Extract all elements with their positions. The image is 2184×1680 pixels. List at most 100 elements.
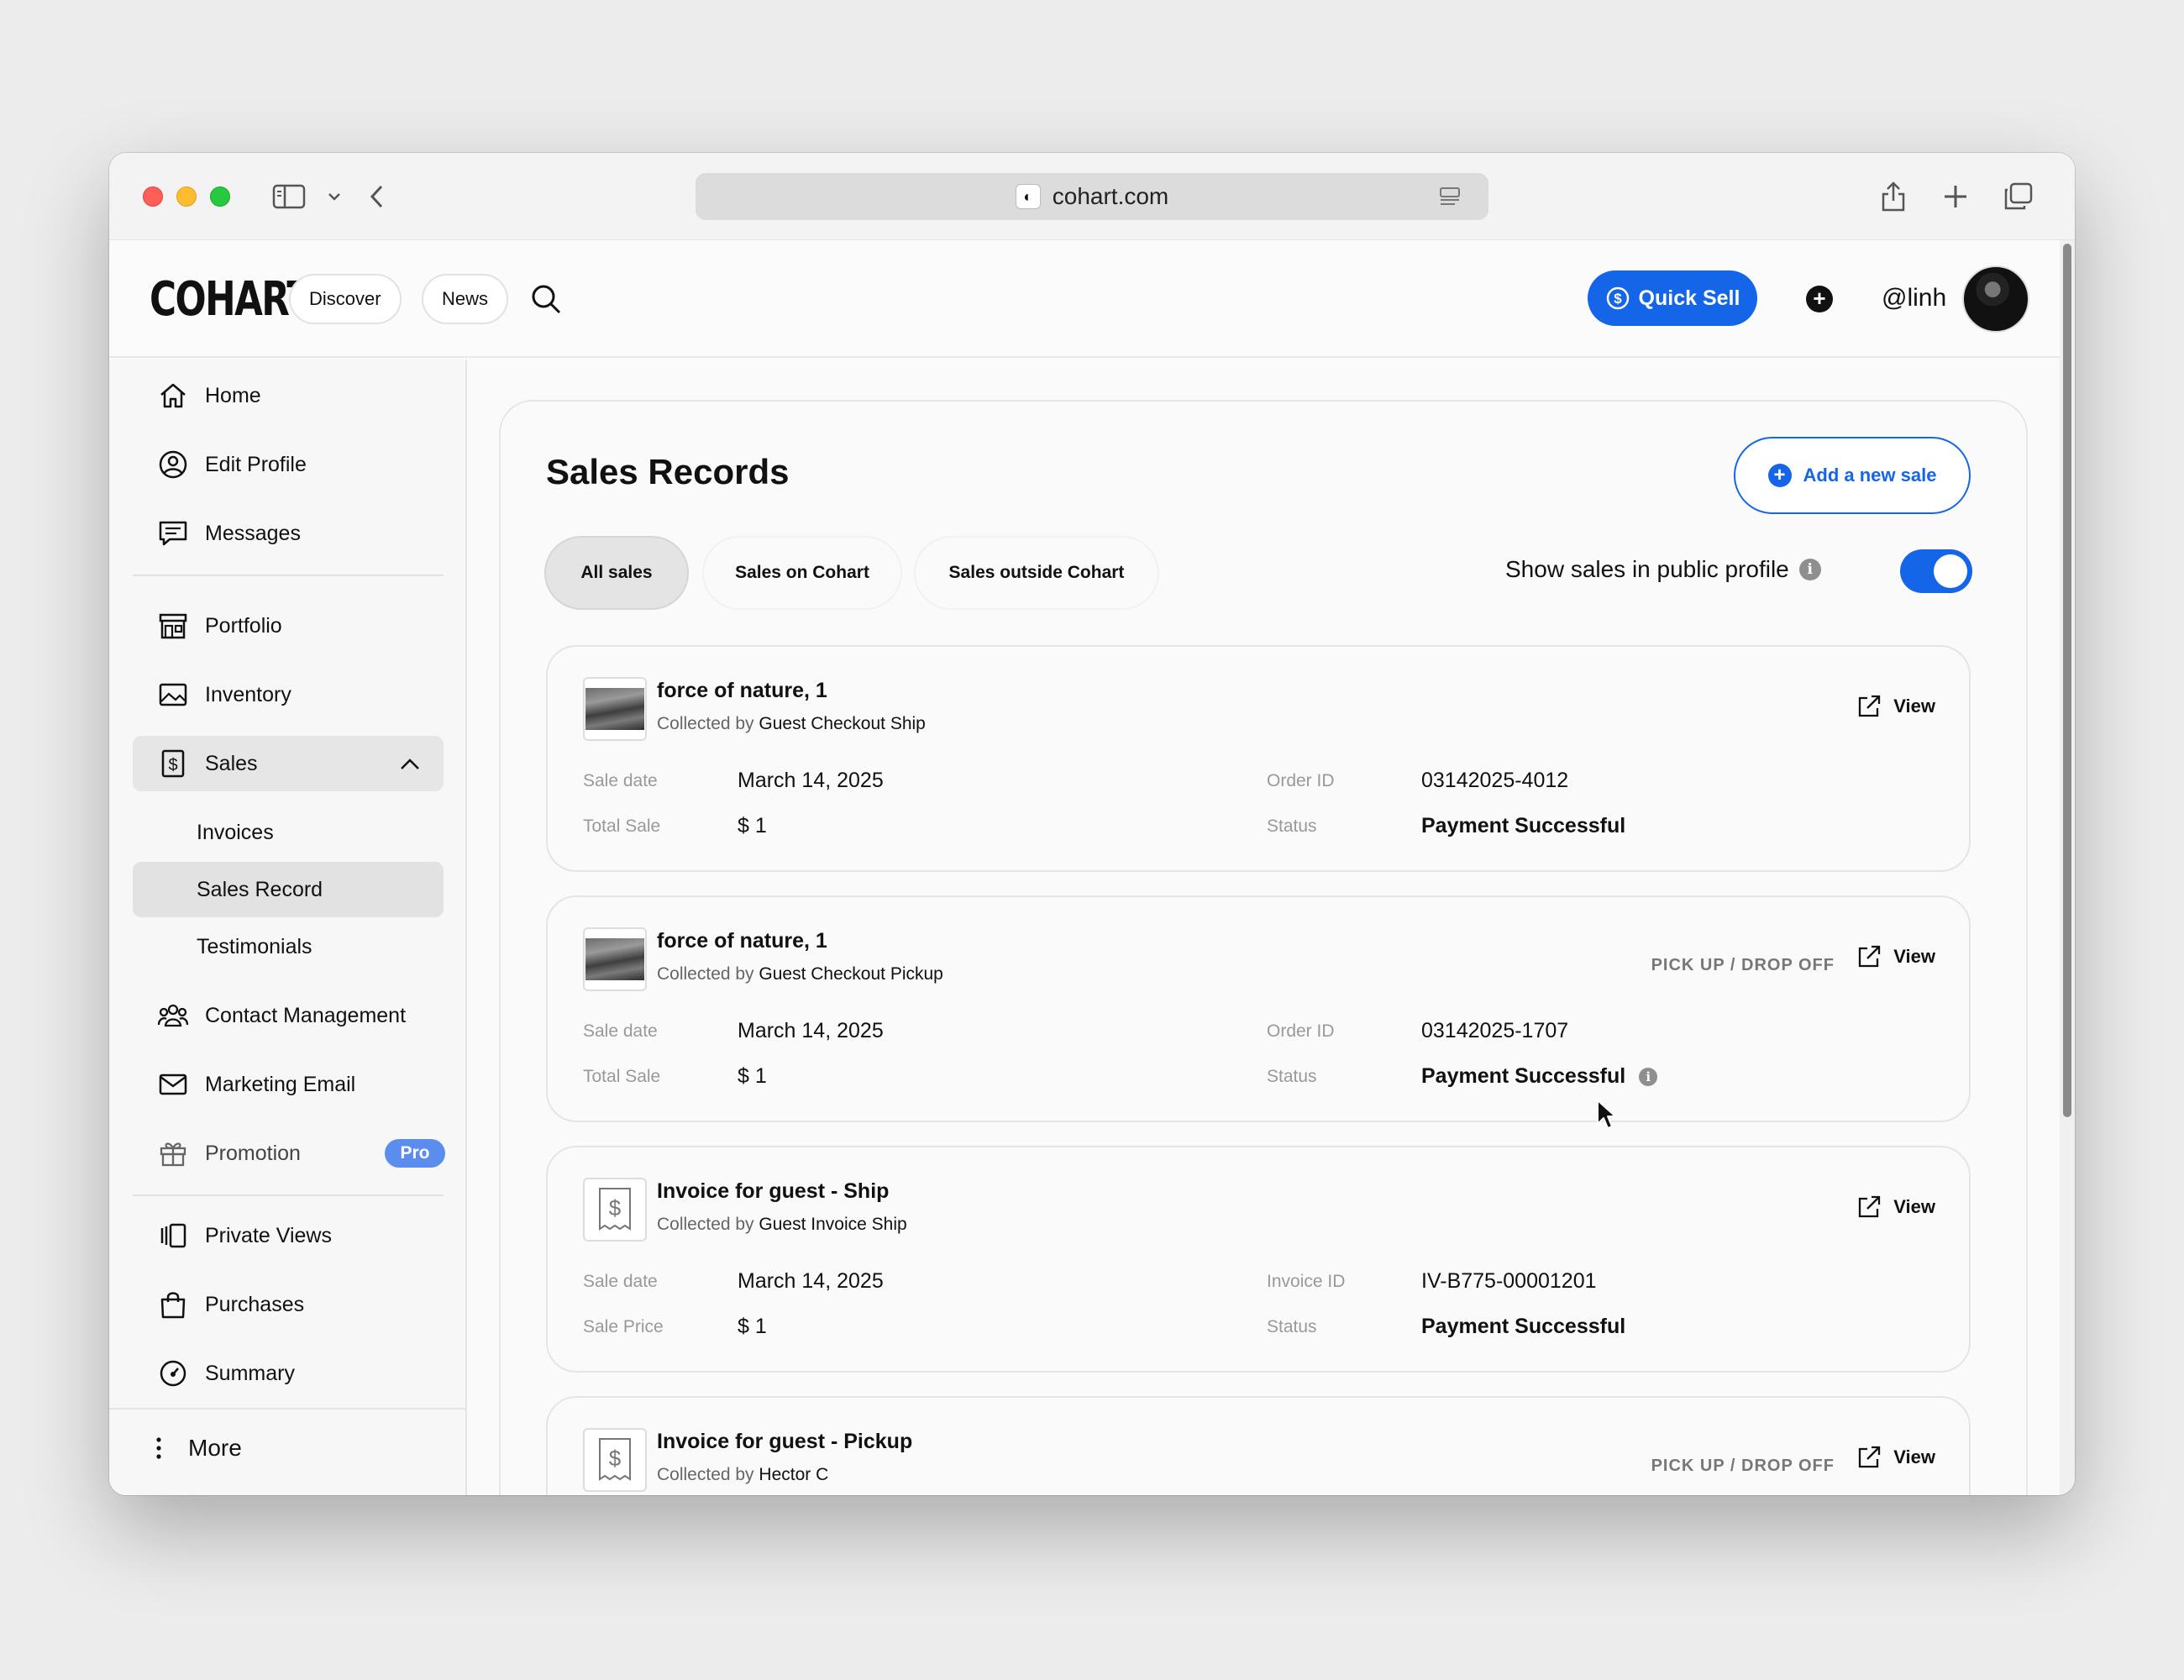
zoom-window-button[interactable] [210,186,230,207]
minimize-window-button[interactable] [176,186,197,207]
invoice-thumbnail[interactable]: $ [583,1178,647,1242]
sidebar-item-portfolio[interactable]: Portfolio [133,598,444,654]
username-handle[interactable]: @linh [1882,284,1946,312]
new-tab-icon[interactable] [1937,178,1974,215]
sale-date-label: Sale date [583,771,658,790]
close-window-button[interactable] [143,186,163,207]
cohart-logo[interactable]: COHART [150,272,312,327]
status-value: Payment Successful [1421,814,1626,837]
search-icon[interactable] [529,282,563,320]
sidebar-item-home[interactable]: Home [133,368,444,423]
users-icon [155,997,192,1034]
browser-toolbar: ◐ cohart.com [109,153,2075,240]
sidebar-item-summary[interactable]: Summary [133,1346,444,1401]
sidebar: Home Edit Profile Messages Portfolio Inv… [109,360,467,1495]
app-header: COHART Discover News $ Quick Sell + @lin… [109,240,2060,358]
record-title[interactable]: Invoice for guest - Pickup [657,1430,912,1454]
page-scrollbar[interactable] [2060,240,2075,1495]
sidebar-item-purchases[interactable]: Purchases [133,1277,444,1332]
mouse-cursor-icon [1596,1099,1618,1137]
sidebar-item-sales[interactable]: $ Sales [133,736,444,791]
url-text: cohart.com [1052,183,1169,209]
sidebar-item-invoices[interactable]: Invoices [133,805,444,860]
sidebar-item-promotion[interactable]: Promotion Pro [133,1126,445,1181]
create-plus-icon[interactable]: + [1806,286,1833,312]
tab-sales-on-cohart[interactable]: Sales on Cohart [704,538,900,608]
sidebar-item-testimonials[interactable]: Testimonials [133,919,444,974]
news-button[interactable]: News [422,274,509,324]
private-views-icon [155,1217,192,1254]
share-icon[interactable] [1875,178,1912,215]
status-value: Payment Successful [1421,1315,1626,1338]
toggle-knob [1934,554,1967,588]
artwork-thumbnail[interactable] [583,677,647,741]
tab-overview-icon[interactable] [1999,178,2036,215]
pro-badge: Pro [385,1139,445,1168]
gauge-icon [155,1355,192,1392]
artwork-thumbnail[interactable] [583,927,647,991]
record-title[interactable]: Invoice for guest - Ship [657,1179,889,1204]
record-collector: Collected by Guest Checkout Ship [657,714,926,733]
sidebar-item-messages[interactable]: Messages [133,506,444,561]
reader-icon[interactable] [1438,185,1462,213]
info-icon[interactable]: i [1639,1067,1658,1086]
sidebar-toggle-icon[interactable] [270,178,307,215]
tab-all-sales[interactable]: All sales [546,538,687,608]
svg-text:$: $ [168,756,177,774]
view-button[interactable]: View [1856,694,1935,719]
sidebar-item-inventory[interactable]: Inventory [133,667,444,722]
user-circle-icon [155,446,192,483]
scrollbar-thumb[interactable] [2063,244,2071,1117]
more-button[interactable]: More [155,1435,242,1462]
sidebar-item-sales-record[interactable]: Sales Record [133,862,444,917]
invoice-thumbnail[interactable]: $ [583,1428,647,1492]
discover-button[interactable]: Discover [289,274,402,324]
browser-window: ◐ cohart.com COHART Discover News $ Quic… [109,153,2075,1495]
shopping-bag-icon [155,1286,192,1323]
record-title[interactable]: force of nature, 1 [657,929,827,953]
chevron-up-icon[interactable] [398,753,422,782]
total-sale-value: $ 1 [738,814,767,837]
view-button[interactable]: View [1856,1445,1935,1470]
pickup-dropoff-tag: PICK UP / DROP OFF [1651,956,1835,974]
sidebar-item-private-views[interactable]: Private Views [133,1208,444,1263]
dollar-receipt-icon: $ [599,1188,631,1231]
record-title[interactable]: force of nature, 1 [657,679,827,703]
sale-record-card: force of nature, 1 Collected by Guest Ch… [546,645,1971,872]
status-label: Status [1267,1317,1317,1336]
info-icon[interactable]: i [1798,559,1821,580]
sidebar-item-marketing-email[interactable]: Marketing Email [133,1057,444,1112]
address-bar[interactable]: ◐ cohart.com [696,173,1488,220]
back-icon[interactable] [358,178,395,215]
chevron-down-icon[interactable] [316,178,353,215]
page-title: Sales Records [546,452,790,491]
dollar-receipt-icon: $ [599,1438,631,1481]
record-collector: Collected by Hector C [657,1465,829,1484]
add-new-sale-button[interactable]: + Add a new sale [1734,437,1971,514]
public-profile-toggle[interactable] [1900,549,1972,593]
sidebar-item-edit-profile[interactable]: Edit Profile [133,437,444,492]
order-id-label: Order ID [1267,1021,1335,1041]
external-link-icon [1859,695,1881,717]
quick-sell-button[interactable]: $ Quick Sell [1588,270,1757,326]
invoice-id-value: IV-B775-00001201 [1421,1269,1597,1293]
order-id-label: Order ID [1267,771,1335,790]
status-value: Payment Successful i [1421,1064,1658,1089]
external-link-icon [1859,1195,1881,1218]
avatar[interactable] [1962,265,2029,333]
view-button[interactable]: View [1856,1194,1935,1220]
sidebar-divider [133,1194,444,1196]
record-collector: Collected by Guest Checkout Pickup [657,964,943,984]
gift-icon [155,1135,192,1172]
invoice-id-label: Invoice ID [1267,1272,1346,1291]
view-button[interactable]: View [1856,944,1935,969]
tab-sales-outside-cohart[interactable]: Sales outside Cohart [916,538,1158,608]
show-sales-label: Show sales in public profile [1505,556,1789,582]
sidebar-item-contact-management[interactable]: Contact Management [133,988,444,1043]
svg-text:$: $ [1614,291,1622,307]
total-sale-label: Total Sale [583,1067,661,1086]
mail-icon [155,1066,192,1103]
quick-sell-label: Quick Sell [1638,286,1740,310]
total-sale-label: Total Sale [583,816,661,836]
sidebar-footer: More [109,1408,465,1495]
